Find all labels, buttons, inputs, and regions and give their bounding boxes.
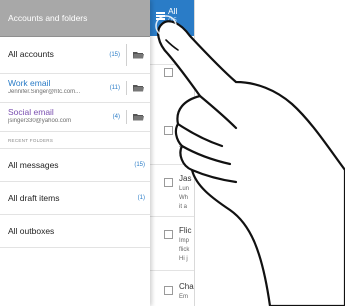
checkbox[interactable] (164, 230, 173, 239)
mail-subject: Em (179, 294, 188, 300)
folder-name: All messages (8, 160, 59, 170)
list-item[interactable] (150, 36, 194, 77)
mail-preview: mu (179, 152, 188, 158)
account-name: All accounts (8, 49, 54, 59)
mail-preview: Jen (179, 143, 189, 149)
account-item-work[interactable]: Work email Jennifer.Singer@htc.com... (1… (0, 74, 150, 103)
mail-sender: Jas (179, 174, 192, 183)
account-item-all[interactable]: All accounts (15) (0, 37, 150, 74)
accounts-drawer: Accounts and folders All accounts (15) W… (0, 0, 150, 306)
mail-subject: Lun (179, 186, 190, 192)
inbox-count: (15 (168, 18, 177, 24)
checkbox[interactable] (164, 68, 173, 77)
folder-name: All outboxes (8, 226, 55, 236)
mail-preview: Wh (179, 195, 188, 201)
folder-icon[interactable] (133, 51, 144, 59)
mail-subject: Imp (179, 238, 190, 244)
folder-icon[interactable] (133, 84, 144, 92)
drawer-title: Accounts and folders (0, 0, 150, 37)
divider (126, 44, 127, 66)
unread-count: (15) (109, 52, 120, 58)
mail-sender: Cha (179, 282, 194, 291)
checkbox[interactable] (164, 178, 173, 187)
mail-preview: it a (179, 204, 188, 210)
mail-preview: Hi j (179, 256, 188, 262)
folder-item-all-outboxes[interactable]: All outboxes (0, 215, 150, 248)
mail-preview: flick (179, 247, 190, 253)
inbox-title: All (168, 6, 178, 16)
folder-count: (15) (134, 162, 145, 168)
folder-icon[interactable] (133, 113, 144, 121)
phone-screen: All (15 Usi [U Jen mu Jas Lun Wh it a Fl… (0, 0, 195, 306)
account-name: Social email (8, 107, 54, 117)
recent-folders-label: RECENT FOLDERS (0, 132, 150, 149)
mail-subject: [U (179, 134, 185, 140)
list-item[interactable]: Cha Em (150, 270, 194, 306)
mail-sender: Usi (179, 122, 191, 131)
mail-sender: Flic (179, 226, 192, 235)
unread-count: (4) (112, 114, 120, 120)
divider (126, 110, 127, 124)
checkbox[interactable] (164, 286, 173, 295)
account-item-social[interactable]: Social email jsinger330@yahoo.com (4) (0, 103, 150, 132)
folder-name: All draft items (8, 193, 60, 203)
account-name: Work email (8, 78, 51, 88)
unread-count: (11) (109, 85, 120, 91)
folder-item-all-draft-items[interactable]: All draft items (1) (0, 182, 150, 215)
checkbox[interactable] (164, 126, 173, 135)
list-item[interactable]: Usi [U Jen mu (150, 112, 194, 165)
folder-count: (1) (137, 195, 145, 201)
hamburger-menu-icon[interactable] (156, 12, 165, 20)
inbox-message-list: Usi [U Jen mu Jas Lun Wh it a Flic Imp f… (150, 36, 194, 306)
account-email: jsinger330@yahoo.com (8, 118, 72, 124)
folder-item-all-messages[interactable]: All messages (15) (0, 149, 150, 182)
list-item[interactable]: Jas Lun Wh it a (150, 164, 194, 217)
inbox-header: All (15 (150, 0, 194, 36)
divider (126, 81, 127, 95)
list-item[interactable]: Flic Imp flick Hi j (150, 216, 194, 271)
account-email: Jennifer.Singer@htc.com... (8, 89, 81, 95)
